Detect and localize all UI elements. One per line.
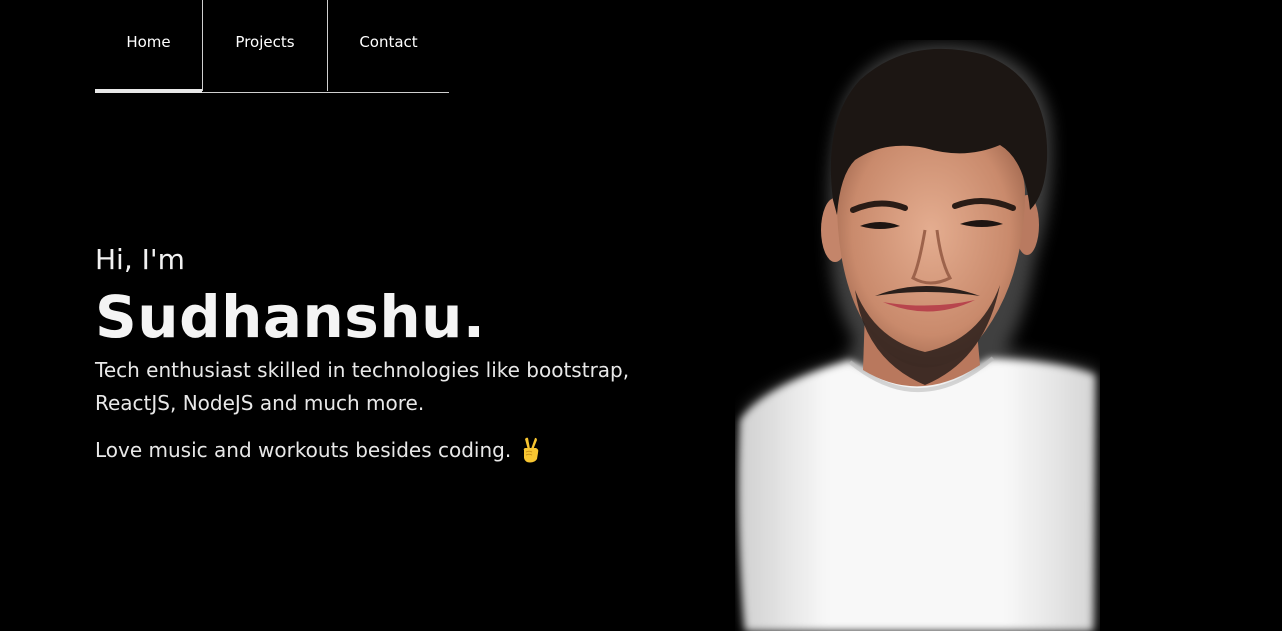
hero-section: Hi, I'm Sudhanshu. Tech enthusiast skill…	[95, 240, 655, 464]
tab-home-label: Home	[126, 32, 171, 51]
page: Home Projects Contact Hi, I'm Sudhanshu.…	[0, 0, 1282, 631]
hero-hobby-line: Love music and workouts besides coding.	[95, 436, 655, 464]
tab-contact[interactable]: Contact	[328, 0, 449, 91]
tab-home[interactable]: Home	[95, 0, 202, 93]
hero-hobby-text: Love music and workouts besides coding.	[95, 438, 512, 462]
profile-photo	[738, 44, 1097, 631]
hero-name: Sudhanshu.	[95, 283, 486, 351]
tab-contact-label: Contact	[359, 32, 418, 51]
tab-projects[interactable]: Projects	[202, 0, 328, 91]
hero-description: Tech enthusiast skilled in technologies …	[95, 358, 630, 415]
tab-projects-label: Projects	[235, 32, 295, 51]
victory-hand-icon	[523, 437, 539, 463]
hero-greeting: Hi, I'm	[95, 243, 185, 276]
top-nav: Home Projects Contact	[95, 0, 449, 93]
